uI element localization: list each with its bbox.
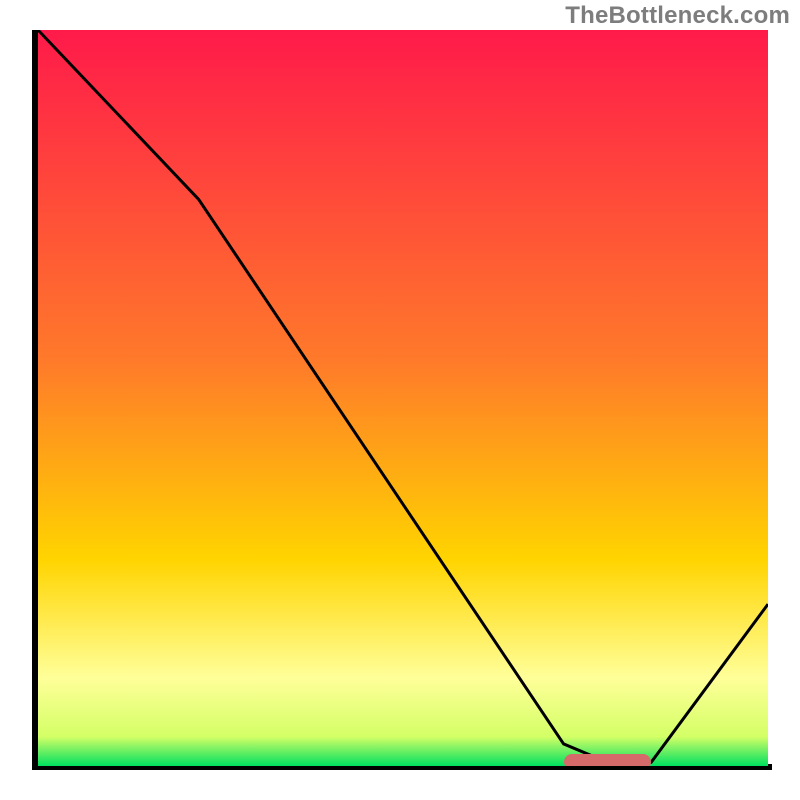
optimal-range-marker	[564, 754, 652, 766]
plot-svg	[38, 30, 768, 766]
gradient-background	[38, 30, 768, 766]
watermark-text: TheBottleneck.com	[565, 2, 790, 30]
plot-area	[38, 30, 768, 766]
chart-frame: TheBottleneck.com	[0, 0, 800, 800]
